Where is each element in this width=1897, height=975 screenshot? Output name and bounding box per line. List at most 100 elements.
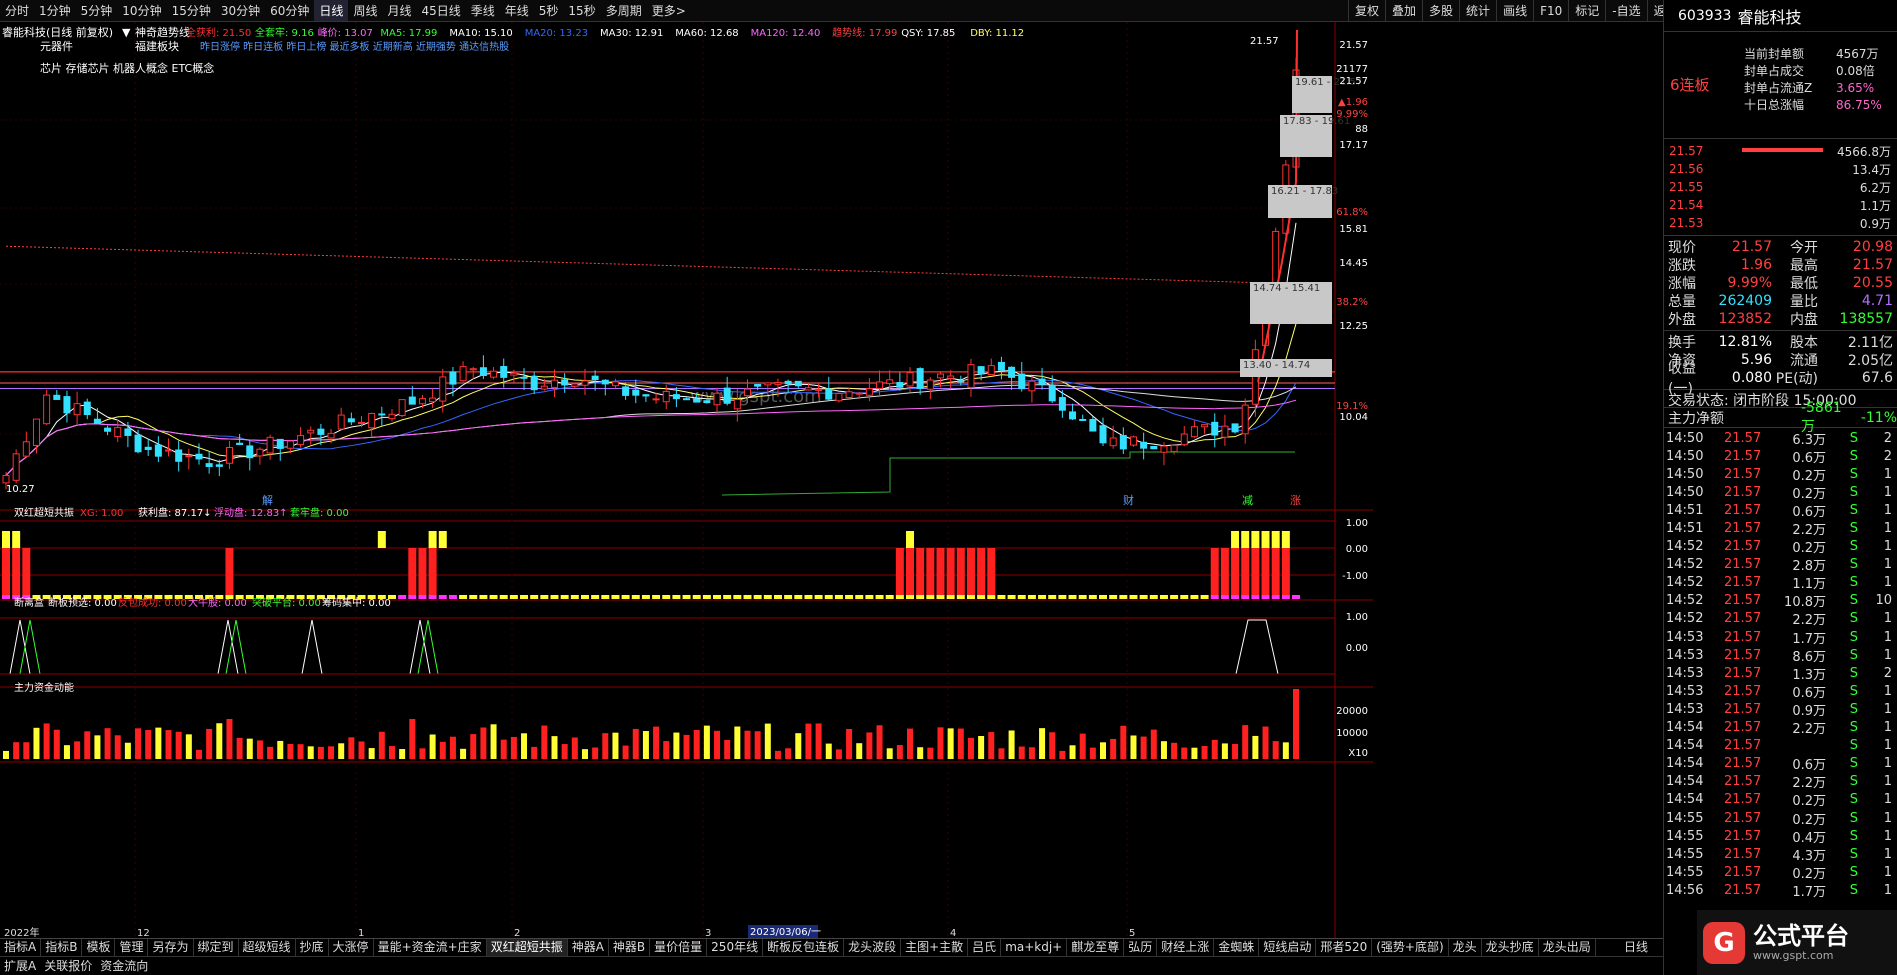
indicator-tab-4[interactable]: 另存为 bbox=[148, 939, 194, 956]
volume-bar bbox=[510, 736, 517, 759]
kline-chart[interactable]: 睿能科技(日线 前复权) ▼ 神奇趋势线全获利: 21.50 全套牢: 9.16 峰价:… bbox=[0, 22, 1373, 938]
tick-col-3: S bbox=[1849, 629, 1858, 645]
ind1-red-bar bbox=[987, 548, 996, 595]
toolbar-button-3[interactable]: 统计 bbox=[1459, 0, 1496, 22]
orderbook-row[interactable]: 21.54 1.1万 bbox=[1664, 196, 1897, 214]
candle-body bbox=[1109, 437, 1117, 447]
orderbook-row[interactable]: 21.55 6.2万 bbox=[1664, 178, 1897, 196]
toolbar-button-7[interactable]: -自选 bbox=[1605, 0, 1646, 22]
ind1-base-bar bbox=[418, 595, 427, 599]
indicator-tab-14[interactable]: 250年线 bbox=[707, 939, 764, 956]
tick-col-1: 21.57 bbox=[1724, 539, 1762, 555]
period-tab-5[interactable]: 30分钟 bbox=[216, 0, 265, 21]
toolbar-button-4[interactable]: 画线 bbox=[1496, 0, 1533, 22]
period-tab-1[interactable]: 1分钟 bbox=[34, 0, 76, 21]
period-tab-6[interactable]: 60分钟 bbox=[265, 0, 314, 21]
ma10-line bbox=[5, 323, 1297, 476]
tick-list[interactable]: 14:50 21.57 6.3万 S 2 14:50 21.57 0.6万 S 2 14:50 21.… bbox=[1664, 428, 1897, 900]
indicator-tab-17[interactable]: 主图+主散 bbox=[901, 939, 969, 956]
toolbar-button-2[interactable]: 多股 bbox=[1422, 0, 1459, 22]
stock-name[interactable]: 睿能科技 bbox=[1737, 4, 1801, 28]
indicator-tab-5[interactable]: 绑定到 bbox=[194, 939, 239, 956]
indicator-tab-6[interactable]: 超级短线 bbox=[239, 939, 296, 956]
candle-body bbox=[886, 379, 894, 385]
ind1-base-bar bbox=[865, 595, 874, 599]
period-tab-4[interactable]: 15分钟 bbox=[167, 0, 216, 21]
tick-col-1: 21.57 bbox=[1724, 430, 1762, 446]
period-tab-2[interactable]: 5分钟 bbox=[76, 0, 118, 21]
indicator-tab-26[interactable]: (强势+底部) bbox=[1372, 939, 1449, 956]
indicator-tab-18[interactable]: 吕氏 bbox=[968, 939, 1002, 956]
candle-body bbox=[571, 383, 579, 387]
candle-body bbox=[22, 441, 30, 457]
quote-table: 现价 21.57 今开 20.98 涨跌 1.96 最高 21.57 涨幅 9.99% 最低 20.5… bbox=[1664, 236, 1897, 331]
period-tab-11[interactable]: 季线 bbox=[466, 0, 500, 21]
ind1-base-bar bbox=[1180, 595, 1189, 599]
ind1-base-bar bbox=[550, 595, 559, 599]
tick-col-3: S bbox=[1849, 647, 1858, 663]
period-tab-3[interactable]: 10分钟 bbox=[117, 0, 166, 21]
main-flow[interactable]: 主力净额 -5861万 -11% bbox=[1664, 400, 1897, 435]
period-tab-9[interactable]: 月线 bbox=[382, 0, 416, 21]
indicator-tab-15[interactable]: 断板反包连板 bbox=[763, 939, 845, 956]
period-tab-16[interactable]: 更多> bbox=[647, 0, 691, 21]
indicator-tab-10[interactable]: 双红超短共振 bbox=[486, 939, 568, 956]
indicator-tab-13[interactable]: 量价倍量 bbox=[650, 939, 708, 956]
indicator-tab-19[interactable]: ma+kdj+ bbox=[1001, 939, 1068, 956]
orderbook-volume: 1.1万 bbox=[1859, 198, 1891, 213]
ind1-base-bar bbox=[408, 595, 417, 599]
indicator-tab-12[interactable]: 神器B bbox=[609, 939, 651, 956]
period-tab-0[interactable]: 分时 bbox=[0, 0, 34, 21]
quote-value: 5.96 bbox=[1740, 352, 1772, 368]
ext-tab-0[interactable]: 扩展A bbox=[0, 957, 40, 975]
volume-bar bbox=[856, 743, 863, 759]
period-tab-15[interactable]: 多周期 bbox=[601, 0, 647, 21]
indicator-tab-11[interactable]: 神器A bbox=[568, 939, 609, 956]
indicator-tab-24[interactable]: 短线启动 bbox=[1259, 939, 1317, 956]
indicator-tab-1[interactable]: 指标B bbox=[41, 939, 83, 956]
toolbar-button-5[interactable]: F10 bbox=[1533, 0, 1568, 22]
indicator-tab-8[interactable]: 大涨停 bbox=[329, 939, 374, 956]
indicator-tab-3[interactable]: 管理 bbox=[115, 939, 149, 956]
volume-bar bbox=[1160, 741, 1167, 759]
toolbar-button-6[interactable]: 标记 bbox=[1568, 0, 1605, 22]
ext-tab-2[interactable]: 资金流向 bbox=[96, 957, 152, 975]
period-tab-12[interactable]: 年线 bbox=[500, 0, 534, 21]
period-tab-10[interactable]: 45日线 bbox=[416, 0, 465, 21]
period-tab-13[interactable]: 5秒 bbox=[534, 0, 564, 21]
ind1-base-bar bbox=[1119, 595, 1128, 599]
tick-row: 14:51 21.57 2.2万 S 1 bbox=[1664, 519, 1897, 538]
indicator-tab-27[interactable]: 龙头 bbox=[1449, 939, 1482, 956]
orderbook-row[interactable]: 21.57 4566.8万 bbox=[1664, 142, 1897, 160]
indicator-tab-23[interactable]: 金蜘蛛 bbox=[1214, 939, 1260, 956]
tick-col-2: 0.4万 bbox=[1792, 830, 1826, 846]
quote-value: 12.81% bbox=[1718, 334, 1772, 350]
ext-tab-1[interactable]: 关联报价 bbox=[40, 957, 96, 975]
indicator-tab-7[interactable]: 抄底 bbox=[296, 939, 329, 956]
candle-body bbox=[418, 398, 426, 405]
toolbar-button-0[interactable]: 复权 bbox=[1348, 0, 1385, 22]
indicator-tab-29[interactable]: 龙头出局 bbox=[1539, 939, 1596, 956]
period-tab-8[interactable]: 周线 bbox=[348, 0, 382, 21]
indicator-tab-22[interactable]: 财经上涨 bbox=[1157, 939, 1215, 956]
toolbar-button-1[interactable]: 叠加 bbox=[1385, 0, 1422, 22]
indicator-tab-2[interactable]: 模板 bbox=[82, 939, 116, 956]
ind1-base-bar bbox=[1210, 595, 1219, 599]
candle-body bbox=[297, 435, 305, 446]
indicator-tab-16[interactable]: 龙头波段 bbox=[844, 939, 902, 956]
indicator-tab-9[interactable]: 量能+资金流+庄家 bbox=[374, 939, 487, 956]
period-tab-7[interactable]: 日线 bbox=[314, 0, 349, 21]
candle-body bbox=[743, 388, 751, 397]
indicator-tab-20[interactable]: 麒龙至尊 bbox=[1067, 939, 1125, 956]
period-label[interactable]: 日线 bbox=[1620, 938, 1663, 956]
period-tab-14[interactable]: 15秒 bbox=[563, 0, 600, 21]
orderbook-row[interactable]: 21.53 0.9万 bbox=[1664, 214, 1897, 232]
indicator-tab-0[interactable]: 指标A bbox=[0, 939, 42, 956]
indicator-tab-21[interactable]: 弘历 bbox=[1124, 939, 1158, 956]
candle-body bbox=[1018, 373, 1026, 390]
orderbook-row[interactable]: 21.56 13.4万 bbox=[1664, 160, 1897, 178]
orderbook-volume: 13.4万 bbox=[1852, 162, 1891, 177]
indicator-tab-28[interactable]: 龙头抄底 bbox=[1482, 939, 1539, 956]
indicator-tab-25[interactable]: 邢者520 bbox=[1316, 939, 1373, 956]
ind2-legend: 筹码集中: 0.00 bbox=[322, 596, 391, 609]
